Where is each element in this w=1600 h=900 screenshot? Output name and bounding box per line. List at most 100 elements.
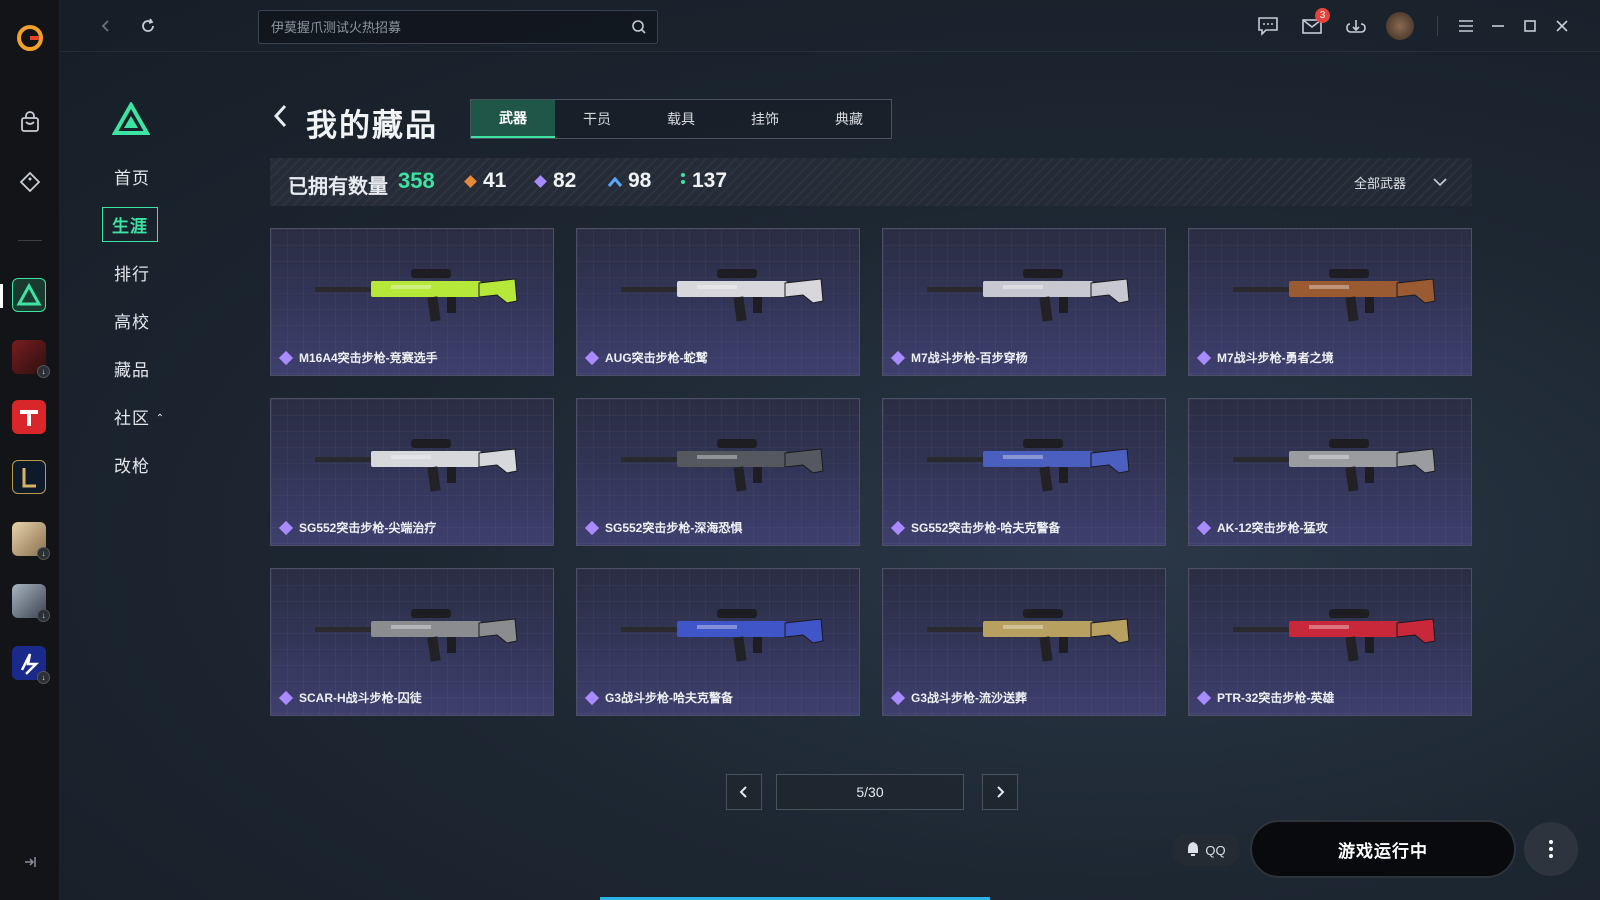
mail-icon[interactable]: 3 xyxy=(1298,8,1330,40)
weapon-name: SG552突击步枪-尖端治疗 xyxy=(278,519,436,536)
weapon-card[interactable]: M7战斗步枪-百步穿杨 xyxy=(882,228,1166,376)
avatar[interactable] xyxy=(1386,12,1414,40)
weapon-name: SCAR-H战斗步枪-囚徒 xyxy=(278,689,422,706)
rifle-icon xyxy=(927,609,1130,662)
league-game-icon[interactable] xyxy=(12,460,46,494)
rarity-count: 82 xyxy=(553,169,577,192)
nav-item-college[interactable]: 高校 xyxy=(114,308,150,333)
nav-item-community-label: 社区 xyxy=(114,409,150,428)
weapon-name: G3战斗步枪-哈夫克警备 xyxy=(584,689,734,706)
owned-total: 358 xyxy=(398,168,435,193)
store-bag-icon[interactable] xyxy=(12,104,48,140)
weapon-card[interactable]: AK-12突击步枪-猛攻 xyxy=(1188,398,1472,546)
tab-operators[interactable]: 干员 xyxy=(555,100,639,138)
weapon-name: G3战斗步枪-流沙送葬 xyxy=(890,689,1027,706)
purple-diamond-icon xyxy=(1196,520,1212,535)
tag-icon[interactable] xyxy=(12,164,48,200)
weapon-name-label: M7战斗步枪-百步穿杨 xyxy=(911,351,1028,365)
game-running-button[interactable]: 游戏运行中 xyxy=(1250,820,1516,878)
rail-divider xyxy=(18,240,42,241)
maximize-icon[interactable] xyxy=(1516,12,1544,40)
tab-charms[interactable]: 挂饰 xyxy=(723,100,807,138)
rifle-icon xyxy=(621,269,824,322)
download-icon: ↓ xyxy=(37,547,50,560)
refresh-button[interactable] xyxy=(134,12,162,40)
search-input[interactable] xyxy=(271,11,611,43)
weapon-card[interactable]: SG552突击步枪-深海恐惧 xyxy=(576,398,860,546)
menu-icon[interactable] xyxy=(1452,12,1480,40)
rarity-blue-count: 98 xyxy=(607,169,652,193)
download-manager-icon[interactable] xyxy=(1342,12,1370,40)
weapon-card[interactable]: M7战斗步枪-勇者之境 xyxy=(1188,228,1472,376)
rifle-icon xyxy=(315,269,518,322)
weapon-card[interactable]: SCAR-H战斗步枪-囚徒 xyxy=(270,568,554,716)
chat-icon[interactable] xyxy=(1254,12,1282,40)
rifle-icon xyxy=(1233,269,1436,322)
game-icon-5[interactable]: ↓ xyxy=(12,522,50,560)
rarity-orange-count: 41 xyxy=(464,169,506,193)
purple-diamond-icon xyxy=(890,520,906,535)
rarity-count: 137 xyxy=(692,169,728,192)
prev-page-button[interactable] xyxy=(726,774,762,810)
game-icon-7[interactable]: ↓ xyxy=(12,646,50,684)
game-icon-3[interactable] xyxy=(12,400,46,434)
tab-archive[interactable]: 典藏 xyxy=(807,100,891,138)
chevron-up-icon: ⌃ xyxy=(155,413,166,424)
owned-label: 已拥有数量 xyxy=(288,176,388,198)
weapon-name-label: SG552突击步枪-哈夫克警备 xyxy=(911,521,1061,535)
nav-item-career[interactable]: 生涯 xyxy=(102,207,158,242)
page-title: 我的藏品 xyxy=(306,108,438,143)
nav-item-gunsmith[interactable]: 改枪 xyxy=(114,452,150,477)
nav-item-home[interactable]: 首页 xyxy=(114,164,150,189)
delta-force-game-icon[interactable] xyxy=(12,278,46,312)
download-icon: ↓ xyxy=(37,609,50,622)
weapon-card[interactable]: AUG突击步枪-蛇鹫 xyxy=(576,228,860,376)
next-page-button[interactable] xyxy=(982,774,1018,810)
rifle-icon xyxy=(621,439,824,492)
search-icon[interactable] xyxy=(631,19,647,40)
close-icon[interactable] xyxy=(1548,12,1576,40)
purple-diamond-icon xyxy=(1196,350,1212,365)
rifle-icon xyxy=(927,439,1130,492)
nav-item-community[interactable]: 社区 ⌃ xyxy=(114,404,165,429)
purple-diamond-icon xyxy=(278,350,294,365)
minimize-icon[interactable] xyxy=(1484,12,1512,40)
expand-sidebar-icon[interactable] xyxy=(12,844,48,880)
weapon-name-label: M16A4突击步枪-竞赛选手 xyxy=(299,351,438,365)
weapon-name: AK-12突击步枪-猛攻 xyxy=(1196,519,1328,536)
purple-diamond-icon xyxy=(890,350,906,365)
purple-diamond-icon xyxy=(1196,690,1212,705)
weapon-card[interactable]: G3战斗步枪-流沙送葬 xyxy=(882,568,1166,716)
nav-item-ranking[interactable]: 排行 xyxy=(114,260,150,285)
rarity-count: 98 xyxy=(628,169,652,192)
weapon-name: SG552突击步枪-深海恐惧 xyxy=(584,519,742,536)
rarity-purple-count: 82 xyxy=(534,169,577,193)
tab-weapons[interactable]: 武器 xyxy=(471,100,555,138)
app-logo-icon[interactable] xyxy=(12,20,48,56)
game-icon-6[interactable]: ↓ xyxy=(12,584,50,622)
purple-diamond-icon xyxy=(584,520,600,535)
weapon-name-label: G3战斗步枪-哈夫克警备 xyxy=(605,691,734,705)
back-nav-button[interactable] xyxy=(92,12,120,40)
download-icon: ↓ xyxy=(37,365,50,378)
weapon-card[interactable]: M16A4突击步枪-竞赛选手 xyxy=(270,228,554,376)
weapon-name-label: SCAR-H战斗步枪-囚徒 xyxy=(299,691,422,705)
game-icon-2[interactable]: ↓ xyxy=(12,340,50,378)
page-back-button[interactable] xyxy=(272,102,290,135)
weapon-name: SG552突击步枪-哈夫克警备 xyxy=(890,519,1061,536)
rifle-icon xyxy=(927,269,1130,322)
weapon-name-label: PTR-32突击步枪-英雄 xyxy=(1217,691,1335,705)
rifle-icon xyxy=(621,609,824,662)
weapon-name: M7战斗步枪-百步穿杨 xyxy=(890,349,1028,366)
weapon-card[interactable]: SG552突击步枪-哈夫克警备 xyxy=(882,398,1166,546)
weapon-name-label: AUG突击步枪-蛇鹫 xyxy=(605,351,708,365)
weapon-card[interactable]: SG552突击步枪-尖端治疗 xyxy=(270,398,554,546)
weapon-card[interactable]: PTR-32突击步枪-英雄 xyxy=(1188,568,1472,716)
tab-vehicles[interactable]: 载具 xyxy=(639,100,723,138)
qq-button[interactable]: QQ xyxy=(1172,834,1240,866)
weapon-card[interactable]: G3战斗步枪-哈夫克警备 xyxy=(576,568,860,716)
weapon-filter-dropdown[interactable]: 全部武器 xyxy=(1354,173,1448,192)
more-options-button[interactable] xyxy=(1524,822,1578,876)
purple-diamond-icon xyxy=(278,690,294,705)
nav-item-collection[interactable]: 藏品 xyxy=(114,356,150,381)
